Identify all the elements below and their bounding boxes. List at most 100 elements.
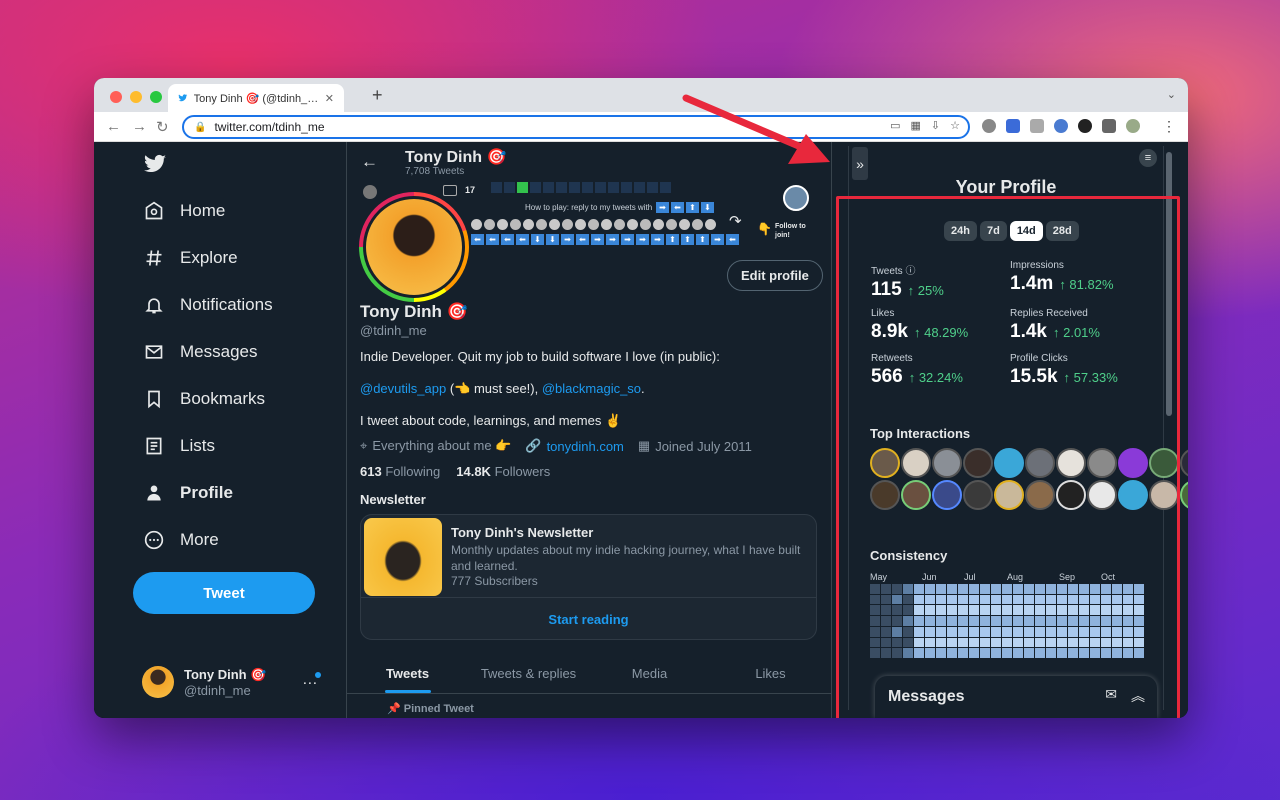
- collapse-panel-button[interactable]: »: [852, 147, 868, 180]
- avatar[interactable]: [994, 480, 1024, 510]
- heatmap-cell: [1101, 584, 1111, 594]
- new-tab-button[interactable]: +: [372, 85, 383, 106]
- avatar[interactable]: [994, 448, 1024, 478]
- location-text: Everything about me 👉: [372, 438, 512, 453]
- zoom-window-button[interactable]: [150, 91, 162, 103]
- edit-profile-button[interactable]: Edit profile: [727, 260, 823, 291]
- sidebar-item-notifications[interactable]: Notifications: [144, 295, 273, 315]
- sidebar-item-explore[interactable]: Explore: [144, 248, 238, 268]
- heatmap-cell: [1013, 637, 1023, 648]
- avatar[interactable]: [963, 480, 993, 510]
- extension-icon[interactable]: [982, 119, 996, 133]
- grid-icon[interactable]: ▦: [911, 119, 921, 132]
- sidebar-item-bookmarks[interactable]: Bookmarks: [144, 389, 265, 409]
- avatar[interactable]: [901, 448, 931, 478]
- heatmap-cell: [1035, 637, 1045, 648]
- address-bar[interactable]: 🔒 twitter.com/tdinh_me ▭ ▦ ⇩ ☆: [182, 115, 970, 139]
- sidebar-item-home[interactable]: Home: [144, 201, 225, 221]
- blackmagic-link[interactable]: @blackmagic_so: [542, 381, 641, 396]
- messages-drawer[interactable]: Messages ✉ ︽: [875, 676, 1157, 718]
- avatar[interactable]: [1180, 480, 1188, 510]
- cast-icon[interactable]: ▭: [890, 119, 900, 132]
- extension-icon[interactable]: [1030, 119, 1044, 133]
- more-dots-icon[interactable]: ···: [302, 671, 322, 691]
- avatar[interactable]: [1025, 480, 1055, 510]
- avatar[interactable]: [1118, 448, 1148, 478]
- heatmap-cell: [1024, 605, 1034, 616]
- heatmap-cell: [1046, 626, 1056, 637]
- range-28d-button[interactable]: 28d: [1045, 221, 1079, 241]
- left-sidebar: Home Explore Notifications Messages Book…: [94, 142, 346, 718]
- tab-likes[interactable]: Likes: [710, 654, 831, 693]
- heatmap-cell: [936, 584, 946, 594]
- newsletter-card[interactable]: Tony Dinh's Newsletter Monthly updates a…: [360, 514, 817, 640]
- browser-tab[interactable]: Tony Dinh 🎯 (@tdinh_me) / Tw ✕: [168, 84, 344, 112]
- followers-link[interactable]: 14.8K Followers: [456, 464, 550, 479]
- tab-close-icon[interactable]: ✕: [325, 92, 334, 105]
- tab-search-icon[interactable]: ⌄: [1167, 88, 1176, 101]
- twitter-favicon-icon: [178, 94, 188, 102]
- range-14d-button[interactable]: 14d: [1009, 221, 1043, 241]
- sidebar-item-more[interactable]: More: [144, 530, 219, 550]
- following-link[interactable]: 613 Following: [360, 464, 440, 479]
- back-icon[interactable]: ←: [106, 118, 121, 135]
- reload-icon[interactable]: ↻: [156, 118, 169, 136]
- avatar[interactable]: [1087, 480, 1117, 510]
- back-arrow-icon[interactable]: ←: [361, 152, 378, 172]
- avatar[interactable]: [1056, 480, 1086, 510]
- avatar[interactable]: [1126, 119, 1140, 133]
- avatar: [142, 666, 174, 698]
- install-icon[interactable]: ⇩: [931, 119, 940, 132]
- tab-bar: Tony Dinh 🎯 (@tdinh_me) / Tw ✕ + ⌄: [94, 78, 1188, 112]
- info-icon[interactable]: ⓘ: [905, 266, 915, 277]
- avatar[interactable]: [901, 480, 931, 510]
- sidebar-item-messages[interactable]: Messages: [144, 342, 257, 362]
- heatmap-cell: [1123, 616, 1133, 626]
- avatar[interactable]: [932, 448, 962, 478]
- panel-scrollbar[interactable]: [1166, 152, 1172, 416]
- range-24h-button[interactable]: 24h: [944, 221, 977, 241]
- minimize-window-button[interactable]: [130, 91, 142, 103]
- tab-tweets-replies[interactable]: Tweets & replies: [468, 654, 589, 693]
- close-window-button[interactable]: [110, 91, 122, 103]
- heatmap-cell: [1112, 605, 1122, 616]
- extension-icon[interactable]: [1078, 119, 1092, 133]
- new-message-icon[interactable]: ✉: [1105, 686, 1117, 706]
- sidebar-item-lists[interactable]: Lists: [144, 436, 215, 456]
- website-link[interactable]: tonydinh.com: [547, 439, 624, 454]
- account-switcher[interactable]: Tony Dinh 🎯 @tdinh_me ···: [142, 666, 322, 698]
- avatar[interactable]: [1149, 480, 1179, 510]
- forward-icon[interactable]: →: [132, 118, 147, 135]
- range-7d-button[interactable]: 7d: [979, 221, 1007, 241]
- panel-menu-icon[interactable]: ≡: [1139, 149, 1157, 167]
- heatmap-cell: [1013, 616, 1023, 626]
- website[interactable]: 🔗 tonydinh.com: [525, 438, 624, 454]
- avatar[interactable]: [932, 480, 962, 510]
- extension-icon[interactable]: [1006, 119, 1020, 133]
- bookmark-star-icon[interactable]: ☆: [950, 119, 960, 132]
- tab-tweets[interactable]: Tweets: [347, 654, 468, 693]
- start-reading-button[interactable]: Start reading: [361, 597, 816, 639]
- avatar[interactable]: [963, 448, 993, 478]
- avatar[interactable]: [1087, 448, 1117, 478]
- profile-avatar[interactable]: [359, 192, 469, 302]
- avatar[interactable]: [1180, 448, 1188, 478]
- sidebar-item-profile[interactable]: Profile: [144, 483, 233, 503]
- twitter-logo-icon[interactable]: [142, 152, 168, 176]
- extension-icon[interactable]: [1054, 119, 1068, 133]
- avatar[interactable]: [1056, 448, 1086, 478]
- month-label: Sep: [1059, 572, 1076, 582]
- tab-media[interactable]: Media: [589, 654, 710, 693]
- heatmap-cell: [1057, 626, 1067, 637]
- tweet-button[interactable]: Tweet: [133, 572, 315, 614]
- avatar[interactable]: [1025, 448, 1055, 478]
- browser-menu-icon[interactable]: ⋮: [1162, 118, 1176, 135]
- puzzle-icon[interactable]: [1102, 119, 1116, 133]
- avatar[interactable]: [1118, 480, 1148, 510]
- avatar[interactable]: [1149, 448, 1179, 478]
- heatmap-cell: [1002, 648, 1012, 658]
- avatar[interactable]: [870, 448, 900, 478]
- devutils-link[interactable]: @devutils_app: [360, 381, 446, 396]
- avatar[interactable]: [870, 480, 900, 510]
- expand-drawer-icon[interactable]: ︽: [1131, 686, 1145, 706]
